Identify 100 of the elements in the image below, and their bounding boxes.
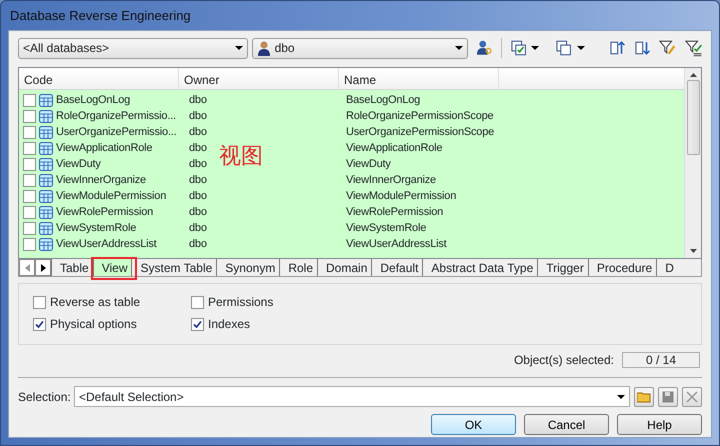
checkbox[interactable] — [23, 174, 36, 186]
table-cell: dbo — [189, 238, 207, 250]
checkbox[interactable] — [23, 238, 36, 250]
table-cell-text: ViewModulePermission — [56, 188, 166, 204]
select-all-icon[interactable] — [510, 39, 528, 57]
table-icon — [39, 190, 53, 202]
table-cell: ViewSystemRole — [346, 222, 426, 234]
table-cell-text: ViewDuty — [56, 156, 101, 172]
move-down-icon[interactable] — [634, 39, 652, 57]
tab[interactable]: Procedure — [588, 259, 656, 276]
checkbox[interactable] — [23, 110, 36, 122]
table-cell: ViewUserAddressList — [346, 238, 447, 250]
owner-dropdown[interactable]: dbo — [252, 38, 468, 58]
delete-button[interactable] — [682, 386, 702, 406]
filter-edit-icon[interactable] — [659, 39, 677, 57]
table-cell: ViewModulePermission — [346, 190, 456, 202]
scroll-down-icon[interactable] — [690, 249, 696, 253]
checkbox[interactable] — [191, 296, 204, 308]
table-icon — [39, 174, 53, 186]
table-cell-text: BaseLogOnLog — [56, 92, 130, 108]
table-cell-text: ViewUserAddressList — [56, 236, 157, 252]
save-icon — [662, 390, 674, 402]
table-cell-text: ViewApplicationRole — [56, 140, 152, 156]
checkbox[interactable] — [23, 158, 36, 170]
checkbox[interactable] — [23, 126, 36, 138]
table-cell-text: RoleOrganizePermissio... — [56, 108, 176, 124]
table-icon — [39, 206, 53, 218]
tab[interactable]: D — [656, 259, 678, 276]
checkbox[interactable] — [23, 142, 36, 154]
table-cell-text: ViewSystemRole — [56, 220, 136, 236]
table-icon — [39, 142, 53, 154]
selection-label: Selection: — [18, 388, 70, 406]
tab[interactable]: Domain — [317, 259, 372, 276]
table-icon — [39, 222, 53, 234]
table-icon — [39, 238, 53, 250]
left-arrow-icon — [24, 264, 30, 272]
tab[interactable]: Role — [279, 259, 318, 276]
tab[interactable]: System Table — [131, 259, 216, 276]
deselect-all-icon[interactable] — [555, 39, 573, 57]
table-icon — [39, 110, 53, 122]
dialog-button[interactable]: OK — [431, 414, 516, 435]
table-cell: UserOrganizePermissionScope — [346, 126, 494, 138]
user-icon — [256, 40, 271, 56]
checkbox[interactable] — [23, 206, 36, 218]
table-cell: ViewRolePermission — [346, 206, 444, 218]
column-header[interactable]: Name — [339, 68, 499, 89]
selection-dropdown[interactable]: <Default Selection> — [74, 386, 630, 407]
checkbox[interactable] — [33, 318, 46, 330]
right-arrow-icon — [40, 264, 46, 272]
table-cell: dbo — [189, 142, 207, 154]
table-cell: BaseLogOnLog — [346, 94, 420, 106]
database-dropdown[interactable]: <All databases> — [18, 38, 248, 58]
checkbox[interactable] — [191, 318, 204, 330]
dialog-button[interactable]: Help — [617, 414, 702, 435]
table-cell: ViewApplicationRole — [346, 142, 442, 154]
table-cell: ViewDuty — [346, 158, 391, 170]
table-icon — [39, 94, 53, 106]
filter-apply-icon[interactable] — [684, 39, 702, 57]
dialog-button[interactable]: Cancel — [524, 414, 609, 435]
table-cell: dbo — [189, 158, 207, 170]
table-cell: dbo — [189, 190, 207, 202]
column-header[interactable]: Owner — [179, 68, 339, 89]
objects-selected-label: Object(s) selected: — [514, 352, 614, 369]
option-checkbox[interactable]: Permissions — [191, 293, 391, 311]
table-cell: dbo — [189, 174, 207, 186]
table-cell: RoleOrganizePermissionScope — [346, 110, 494, 122]
table-cell: dbo — [189, 222, 207, 234]
option-checkbox[interactable]: Reverse as table — [33, 293, 191, 311]
tab[interactable]: View — [92, 259, 132, 276]
checkbox[interactable] — [23, 94, 36, 106]
table-cell: ViewInnerOrganize — [346, 174, 436, 186]
table-cell-text: UserOrganizePermissio... — [56, 124, 177, 140]
checkbox[interactable] — [23, 190, 36, 202]
table-cell: dbo — [189, 206, 207, 218]
scroll-up-icon[interactable] — [690, 73, 696, 77]
vertical-scrollbar[interactable] — [684, 68, 701, 258]
checkbox[interactable] — [23, 222, 36, 234]
option-checkbox[interactable]: Physical options — [33, 315, 191, 333]
open-folder-button[interactable] — [634, 386, 654, 406]
tab[interactable]: Synonym — [216, 259, 280, 276]
table-cell-text: ViewRolePermission — [56, 204, 154, 220]
table-cell: dbo — [189, 110, 207, 122]
scroll-right-button[interactable] — [35, 259, 51, 276]
annotation-label: 视图 — [219, 143, 263, 171]
table-cell: dbo — [189, 126, 207, 138]
table-icon — [39, 158, 53, 170]
table-cell-text: ViewInnerOrganize — [56, 172, 146, 188]
save-button[interactable] — [658, 386, 678, 406]
tab[interactable]: Default — [371, 259, 422, 276]
objects-selected-count: 0 / 14 — [622, 352, 700, 368]
column-header[interactable]: Code — [19, 68, 179, 89]
option-checkbox[interactable]: Indexes — [191, 315, 391, 333]
move-up-icon[interactable] — [608, 39, 626, 57]
tab[interactable]: Trigger — [537, 259, 588, 276]
tab[interactable]: Abstract Data Type — [422, 259, 538, 276]
checkbox[interactable] — [33, 296, 46, 308]
table-icon — [39, 126, 53, 138]
close-icon — [686, 390, 698, 402]
user-search-icon[interactable] — [476, 39, 494, 57]
folder-icon — [637, 390, 651, 402]
